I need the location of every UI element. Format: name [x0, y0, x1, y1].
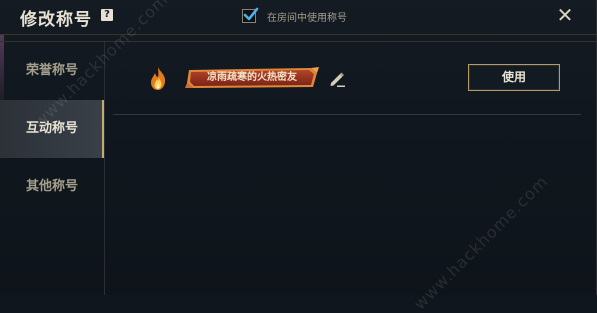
- dialog-title: 修改称号: [20, 10, 92, 30]
- use-in-room-toggle[interactable]: 在房间中使用称号: [242, 7, 347, 25]
- checkmark-icon: [243, 7, 259, 21]
- watermark-text: www.hackhome.com: [410, 171, 552, 313]
- content-divider: [104, 41, 597, 42]
- help-icon[interactable]: ?: [101, 9, 113, 21]
- use-in-room-checkbox[interactable]: [242, 7, 259, 23]
- close-icon[interactable]: ✕: [556, 5, 574, 25]
- flame-icon: [151, 67, 166, 90]
- title-settings-dialog: 修改称号 ? 在房间中使用称号 ✕ 荣誉称号 互动称号 其他称号 凉雨疏寒的火热…: [0, 0, 597, 313]
- row-divider: [113, 114, 581, 115]
- sidebar-divider: [104, 41, 105, 295]
- pencil-icon[interactable]: [328, 70, 346, 88]
- use-button[interactable]: 使用: [468, 64, 560, 91]
- sidebar-item-other[interactable]: 其他称号: [0, 158, 104, 216]
- use-in-room-label: 在房间中使用称号: [267, 12, 347, 24]
- dialog-header: 修改称号 ? 在房间中使用称号 ✕: [0, 0, 597, 35]
- title-badge-text: 凉雨疏寒的火热密友: [207, 72, 297, 83]
- title-badge-label-wrap: 凉雨疏寒的火热密友: [185, 66, 319, 90]
